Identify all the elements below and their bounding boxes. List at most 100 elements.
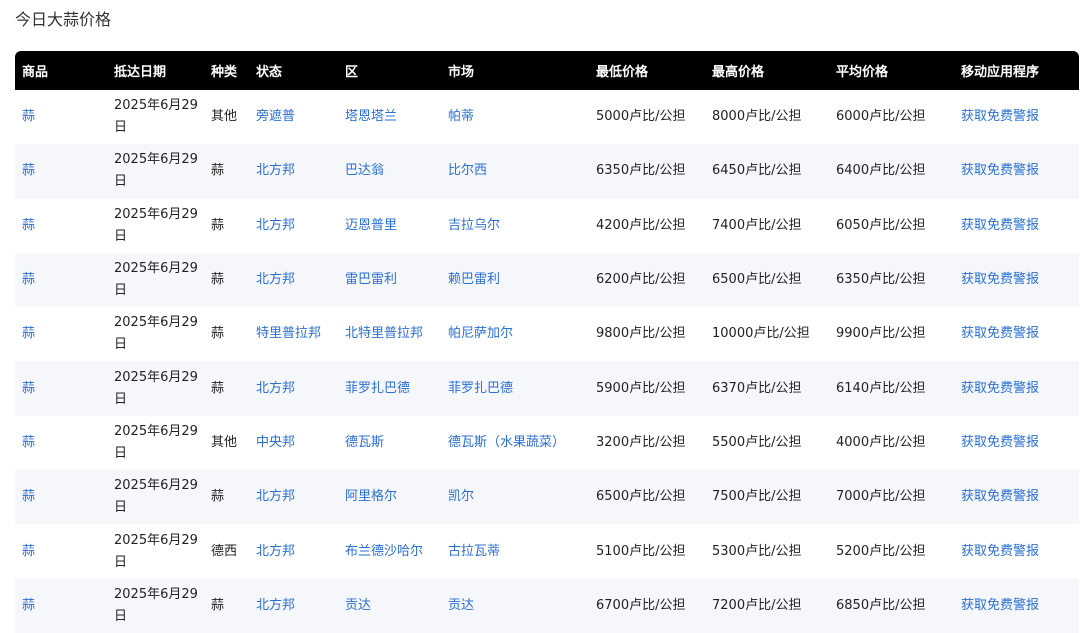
variety: 蒜 bbox=[211, 217, 225, 233]
max-price: 7400卢比/公担 bbox=[712, 217, 802, 233]
table-cell-commodity: 蒜 bbox=[15, 524, 108, 578]
commodity-link[interactable]: 蒜 bbox=[22, 163, 35, 178]
table-cell-variety: 蒜 bbox=[205, 144, 250, 198]
district-link[interactable]: 巴达翁 bbox=[345, 163, 384, 178]
table-cell-avg: 6140卢比/公担 bbox=[830, 361, 955, 415]
market-link[interactable]: 古拉瓦蒂 bbox=[448, 544, 500, 559]
table-cell-market: 帕蒂 bbox=[442, 90, 590, 144]
district-link[interactable]: 阿里格尔 bbox=[345, 489, 397, 504]
commodity-link[interactable]: 蒜 bbox=[22, 272, 35, 287]
table-cell-app: 获取免费警报 bbox=[955, 579, 1079, 633]
table-cell-market: 吉拉乌尔 bbox=[442, 199, 590, 253]
table-cell-variety: 蒜 bbox=[205, 199, 250, 253]
commodity-link[interactable]: 蒜 bbox=[22, 218, 35, 233]
table-cell-date: 2025年6月29日 bbox=[108, 416, 205, 470]
avg-price: 7000卢比/公担 bbox=[836, 489, 926, 505]
table-cell-district: 德瓦斯 bbox=[339, 416, 442, 470]
get-free-alerts-link[interactable]: 获取免费警报 bbox=[961, 326, 1039, 341]
table-cell-app: 获取免费警报 bbox=[955, 524, 1079, 578]
table-row: 蒜 2025年6月29日蒜北方邦 贡达 贡达 6700卢比/公担 7200卢比/公担 685… bbox=[15, 578, 1079, 633]
state-link[interactable]: 北方邦 bbox=[256, 489, 295, 504]
get-free-alerts-link[interactable]: 获取免费警报 bbox=[961, 218, 1039, 233]
table-cell-state: 北方邦 bbox=[250, 199, 339, 253]
table-row: 蒜 2025年6月29日蒜特里普拉邦 北特里普拉邦 帕尼萨加尔 9800卢比/公担 100… bbox=[15, 307, 1079, 361]
get-free-alerts-link[interactable]: 获取免费警报 bbox=[961, 381, 1039, 396]
commodity-link[interactable]: 蒜 bbox=[22, 598, 35, 613]
table-cell-district: 阿里格尔 bbox=[339, 470, 442, 524]
district-link[interactable]: 北特里普拉邦 bbox=[345, 326, 423, 341]
table-cell-date: 2025年6月29日 bbox=[108, 199, 205, 253]
table-cell-date: 2025年6月29日 bbox=[108, 253, 205, 307]
market-link[interactable]: 帕尼萨加尔 bbox=[448, 326, 513, 341]
table-cell-district: 迈恩普里 bbox=[339, 199, 442, 253]
market-link[interactable]: 德瓦斯（水果蔬菜） bbox=[448, 435, 565, 450]
variety: 德西 bbox=[211, 543, 238, 559]
commodity-link[interactable]: 蒜 bbox=[22, 381, 35, 396]
district-link[interactable]: 迈恩普里 bbox=[345, 218, 397, 233]
table-cell-min: 3200卢比/公担 bbox=[590, 416, 706, 470]
variety: 蒜 bbox=[211, 380, 225, 396]
avg-price: 6000卢比/公担 bbox=[836, 109, 926, 125]
header-variety: 种类 bbox=[205, 51, 250, 90]
district-link[interactable]: 贡达 bbox=[345, 598, 371, 613]
get-free-alerts-link[interactable]: 获取免费警报 bbox=[961, 435, 1039, 450]
get-free-alerts-link[interactable]: 获取免费警报 bbox=[961, 163, 1039, 178]
district-link[interactable]: 菲罗扎巴德 bbox=[345, 381, 410, 396]
table-cell-date: 2025年6月29日 bbox=[108, 524, 205, 578]
market-link[interactable]: 贡达 bbox=[448, 598, 474, 613]
table-cell-variety: 蒜 bbox=[205, 470, 250, 524]
table-cell-commodity: 蒜 bbox=[15, 90, 108, 144]
state-link[interactable]: 北方邦 bbox=[256, 272, 295, 287]
district-link[interactable]: 布兰德沙哈尔 bbox=[345, 544, 423, 559]
max-price: 6450卢比/公担 bbox=[712, 163, 802, 179]
state-link[interactable]: 北方邦 bbox=[256, 163, 295, 178]
market-link[interactable]: 帕蒂 bbox=[448, 109, 474, 124]
commodity-link[interactable]: 蒜 bbox=[22, 544, 35, 559]
district-link[interactable]: 雷巴雷利 bbox=[345, 272, 397, 287]
min-price: 4200卢比/公担 bbox=[596, 217, 686, 233]
district-link[interactable]: 德瓦斯 bbox=[345, 435, 384, 450]
table-cell-avg: 6000卢比/公担 bbox=[830, 90, 955, 144]
table-cell-commodity: 蒜 bbox=[15, 470, 108, 524]
state-link[interactable]: 特里普拉邦 bbox=[256, 326, 321, 341]
market-link[interactable]: 吉拉乌尔 bbox=[448, 218, 500, 233]
get-free-alerts-link[interactable]: 获取免费警报 bbox=[961, 109, 1039, 124]
table-cell-date: 2025年6月29日 bbox=[108, 470, 205, 524]
table-cell-market: 帕尼萨加尔 bbox=[442, 307, 590, 361]
state-link[interactable]: 北方邦 bbox=[256, 218, 295, 233]
arrival-date: 2025年6月29日 bbox=[114, 206, 198, 244]
avg-price: 6850卢比/公担 bbox=[836, 597, 926, 613]
table-cell-state: 北方邦 bbox=[250, 361, 339, 415]
variety: 蒜 bbox=[211, 326, 225, 342]
variety: 其他 bbox=[211, 434, 238, 450]
state-link[interactable]: 北方邦 bbox=[256, 598, 295, 613]
state-link[interactable]: 北方邦 bbox=[256, 381, 295, 396]
table-cell-market: 德瓦斯（水果蔬菜） bbox=[442, 416, 590, 470]
state-link[interactable]: 北方邦 bbox=[256, 544, 295, 559]
table-cell-date: 2025年6月29日 bbox=[108, 579, 205, 633]
market-link[interactable]: 凯尔 bbox=[448, 489, 474, 504]
table-cell-avg: 6050卢比/公担 bbox=[830, 199, 955, 253]
get-free-alerts-link[interactable]: 获取免费警报 bbox=[961, 544, 1039, 559]
table-cell-max: 8000卢比/公担 bbox=[706, 90, 830, 144]
table-cell-avg: 7000卢比/公担 bbox=[830, 470, 955, 524]
state-link[interactable]: 中央邦 bbox=[256, 435, 295, 450]
min-price: 9800卢比/公担 bbox=[596, 326, 686, 342]
commodity-link[interactable]: 蒜 bbox=[22, 326, 35, 341]
commodity-link[interactable]: 蒜 bbox=[22, 435, 35, 450]
max-price: 5300卢比/公担 bbox=[712, 543, 802, 559]
table-cell-market: 菲罗扎巴德 bbox=[442, 361, 590, 415]
state-link[interactable]: 旁遮普 bbox=[256, 109, 295, 124]
commodity-link[interactable]: 蒜 bbox=[22, 489, 35, 504]
table-cell-min: 9800卢比/公担 bbox=[590, 307, 706, 361]
price-table-container: 商品 抵达日期 种类 状态 区 市场 最低价格 最高价格 平均价格 移动应用程序… bbox=[15, 51, 1079, 633]
district-link[interactable]: 塔恩塔兰 bbox=[345, 109, 397, 124]
commodity-link[interactable]: 蒜 bbox=[22, 109, 35, 124]
get-free-alerts-link[interactable]: 获取免费警报 bbox=[961, 598, 1039, 613]
table-cell-market: 凯尔 bbox=[442, 470, 590, 524]
market-link[interactable]: 赖巴雷利 bbox=[448, 272, 500, 287]
get-free-alerts-link[interactable]: 获取免费警报 bbox=[961, 272, 1039, 287]
market-link[interactable]: 菲罗扎巴德 bbox=[448, 381, 513, 396]
market-link[interactable]: 比尔西 bbox=[448, 163, 487, 178]
get-free-alerts-link[interactable]: 获取免费警报 bbox=[961, 489, 1039, 504]
